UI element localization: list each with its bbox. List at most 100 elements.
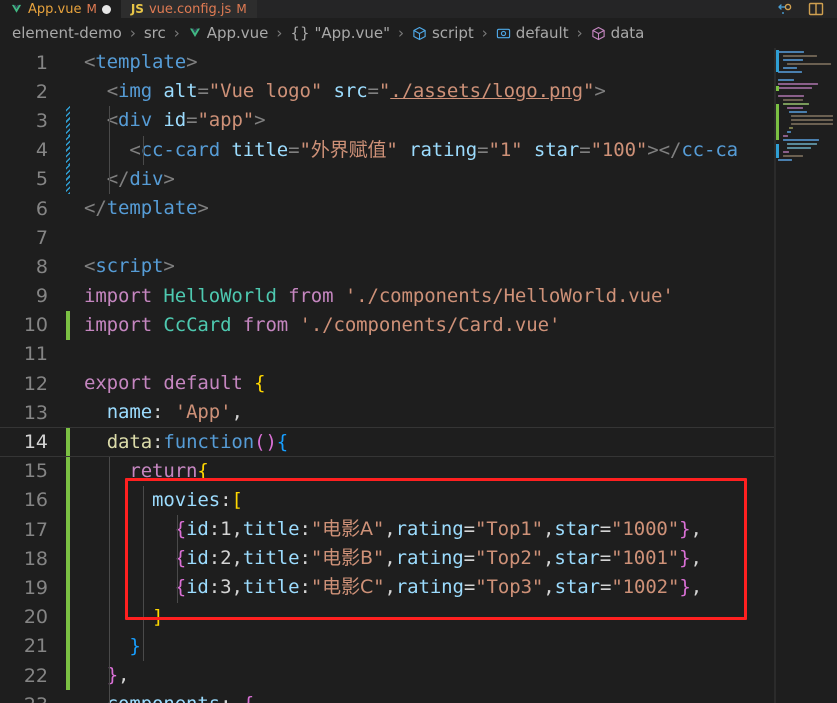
- gutter-added-indicator[interactable]: [66, 602, 70, 632]
- code-editor[interactable]: 1 <template> 2 <img alt="Vue logo" src="…: [0, 48, 837, 703]
- vue-icon: [188, 27, 202, 39]
- minimap-added-mark: [776, 86, 779, 91]
- code-line[interactable]: 18 {id:2,title:"电影B",rating="Top2",star=…: [0, 544, 837, 574]
- minimap[interactable]: [775, 48, 837, 703]
- gutter-added-indicator[interactable]: [66, 456, 70, 486]
- line-content: components: {: [62, 690, 837, 703]
- breadcrumb-separator: ›: [481, 24, 488, 42]
- code-line[interactable]: 4 <cc-card title="外界赋值" rating="1" star=…: [0, 135, 837, 165]
- line-number: 11: [23, 343, 48, 366]
- line-content: {id:1,title:"电影A",rating="Top1",star="10…: [174, 518, 702, 541]
- line-content: </template>: [84, 197, 209, 220]
- tab-modified-badge: M: [236, 2, 247, 16]
- code-line[interactable]: 15 return{: [0, 456, 837, 486]
- gutter-modified-indicator[interactable]: [66, 135, 70, 165]
- line-content: </div>: [106, 167, 175, 190]
- breadcrumb-item-src[interactable]: src: [142, 24, 168, 42]
- breadcrumb-label: src: [143, 24, 166, 42]
- line-content: <div id="app">: [106, 109, 266, 132]
- code-line[interactable]: 22 },: [0, 660, 837, 691]
- breadcrumb-label: element-demo: [12, 24, 122, 42]
- breadcrumb-separator: ›: [397, 24, 404, 42]
- line-content: <template>: [84, 51, 198, 74]
- breadcrumb-item-default[interactable]: default: [494, 24, 571, 42]
- breadcrumb-item-element-demo[interactable]: element-demo: [10, 24, 124, 42]
- code-line[interactable]: 23 components: {: [0, 690, 837, 703]
- line-number: 1: [35, 51, 48, 74]
- line-content: return{: [129, 459, 209, 482]
- gutter-added-indicator[interactable]: [66, 573, 70, 603]
- line-number: 3: [35, 109, 48, 132]
- line-content: },: [106, 664, 130, 687]
- breadcrumb-label: "App.vue": [314, 24, 390, 42]
- code-lines: 1 <template> 2 <img alt="Vue logo" src="…: [0, 48, 837, 703]
- code-line-current[interactable]: 14 data:function(){: [0, 427, 837, 457]
- property-icon: [591, 26, 606, 41]
- tab-label: App.vue: [28, 1, 82, 17]
- split-editor-icon[interactable]: [777, 1, 795, 17]
- minimap-content: [776, 48, 837, 162]
- line-content: name: 'App',: [106, 401, 243, 424]
- module-icon: [412, 26, 427, 41]
- line-content: }: [129, 634, 141, 657]
- code-line[interactable]: 19 {id:3,title:"电影C",rating="Top3",star=…: [0, 573, 837, 603]
- line-number: 4: [35, 139, 48, 162]
- minimap-modified-mark: [776, 50, 779, 72]
- breadcrumb: element-demo › src › App.vue › {} "App.v…: [0, 18, 837, 48]
- breadcrumb-item-app-vue[interactable]: App.vue: [186, 24, 271, 42]
- gutter-added-indicator[interactable]: [66, 660, 70, 691]
- gutter-added-indicator[interactable]: [66, 631, 70, 661]
- line-number: 6: [35, 197, 48, 220]
- minimap-modified-mark: [776, 144, 779, 158]
- code-line[interactable]: 10 import CcCard from './components/Card…: [0, 310, 837, 340]
- line-content: ]: [152, 605, 164, 628]
- tab-app-vue[interactable]: App.vue M: [0, 0, 121, 18]
- gutter-modified-indicator[interactable]: [66, 106, 70, 136]
- code-line[interactable]: 7: [0, 223, 837, 252]
- code-line[interactable]: 13 name: 'App',: [0, 398, 837, 427]
- breadcrumb-item-script[interactable]: script: [410, 24, 476, 42]
- breadcrumb-label: script: [431, 24, 474, 42]
- gutter-modified-indicator[interactable]: [66, 164, 70, 194]
- code-line[interactable]: 8 <script>: [0, 252, 837, 281]
- code-line[interactable]: 21 }: [0, 631, 837, 661]
- breadcrumb-separator: ›: [276, 24, 283, 42]
- code-line[interactable]: 3 <div id="app">: [0, 106, 837, 136]
- code-line[interactable]: 6 </template>: [0, 194, 837, 223]
- vue-icon: [10, 4, 23, 15]
- gutter-added-indicator[interactable]: [66, 515, 70, 545]
- line-content: <img alt="Vue logo" src="./assets/logo.p…: [106, 80, 606, 103]
- open-changes-icon[interactable]: [807, 1, 825, 17]
- interface-icon: [496, 26, 511, 41]
- code-line[interactable]: 5 </div>: [0, 164, 837, 194]
- gutter-added-indicator[interactable]: [66, 544, 70, 574]
- code-line[interactable]: 16 movies:[: [0, 485, 837, 515]
- code-line[interactable]: 17 {id:1,title:"电影A",rating="Top1",star=…: [0, 515, 837, 545]
- breadcrumb-item-data[interactable]: data: [589, 24, 647, 42]
- line-number: 19: [23, 576, 48, 599]
- breadcrumb-separator: ›: [129, 24, 136, 42]
- breadcrumb-item-app-vue-object[interactable]: {} "App.vue": [288, 24, 392, 42]
- breadcrumb-label: App.vue: [206, 24, 269, 42]
- code-line[interactable]: 9 import HelloWorld from './components/H…: [0, 282, 837, 311]
- gutter-added-indicator[interactable]: [66, 428, 70, 456]
- gutter-added-indicator[interactable]: [66, 310, 70, 340]
- line-number: 16: [23, 489, 48, 512]
- code-line[interactable]: 20 ]: [0, 602, 837, 632]
- tab-dirty-indicator[interactable]: [101, 4, 111, 14]
- code-line[interactable]: 11: [0, 340, 837, 369]
- line-number: 12: [23, 372, 48, 395]
- gutter-added-indicator[interactable]: [66, 485, 70, 515]
- tab-vue-config-js[interactable]: JS vue.config.js M: [120, 0, 257, 18]
- code-line[interactable]: 2 <img alt="Vue logo" src="./assets/logo…: [0, 77, 837, 106]
- breadcrumb-separator: ›: [173, 24, 180, 42]
- line-content: import CcCard from './components/Card.vu…: [84, 313, 561, 336]
- tab-label: vue.config.js: [148, 1, 232, 17]
- code-line[interactable]: 12 export default {: [0, 369, 837, 398]
- line-number: 17: [23, 518, 48, 541]
- line-number: 21: [23, 635, 48, 658]
- line-content: <script>: [84, 255, 175, 278]
- line-number: 22: [23, 664, 48, 687]
- line-number: 9: [35, 285, 48, 308]
- code-line[interactable]: 1 <template>: [0, 48, 837, 77]
